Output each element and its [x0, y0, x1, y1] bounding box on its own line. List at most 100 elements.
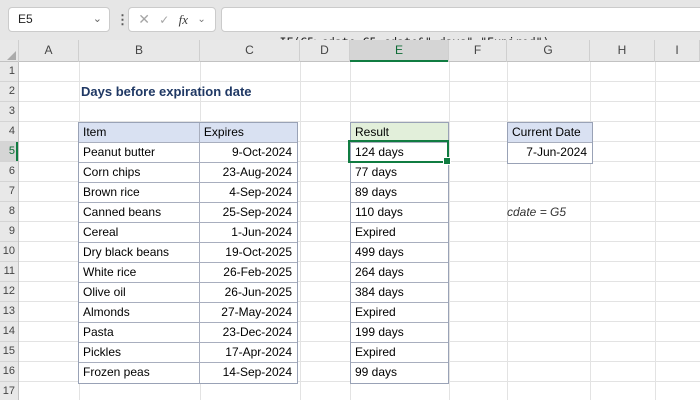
name-box[interactable]: E5 ⌄	[8, 7, 110, 32]
result-header-cell[interactable]: Result	[351, 123, 448, 142]
row-header-9[interactable]: 9	[0, 222, 18, 242]
row-header-7[interactable]: 7	[0, 182, 18, 202]
table-row: 384 days	[351, 283, 448, 303]
column-header-H[interactable]: H	[590, 40, 655, 62]
result-cell[interactable]: 384 days	[351, 283, 448, 302]
sheet-title: Days before expiration date	[81, 84, 252, 99]
sheet-grid[interactable]: Days before expiration date Item Expires…	[19, 62, 700, 400]
column-header-row: A B C D E F G H I	[0, 40, 700, 62]
row-header-12[interactable]: 12	[0, 282, 18, 302]
item-cell[interactable]: Pickles	[79, 343, 200, 362]
result-cell[interactable]: 264 days	[351, 263, 448, 282]
item-cell[interactable]: Corn chips	[79, 163, 200, 182]
column-header-E[interactable]: E	[350, 40, 449, 62]
excel-window: E5 ⌄ ⋮ ✕ ✓ fx ⌄ =IF(C5>cdate,C5-cdate&" …	[0, 0, 700, 400]
result-table: Result 124 days 77 days 89 days 110 days…	[350, 122, 449, 384]
expires-cell[interactable]: 27-May-2024	[200, 303, 297, 322]
result-cell[interactable]: Expired	[351, 343, 448, 362]
expires-cell[interactable]: 1-Jun-2024	[200, 223, 297, 242]
table-row: Pickles 17-Apr-2024	[79, 343, 297, 363]
table-row: Olive oil 26-Jun-2025	[79, 283, 297, 303]
result-cell[interactable]: 77 days	[351, 163, 448, 182]
expires-cell[interactable]: 9-Oct-2024	[200, 143, 297, 162]
table-row: White rice 26-Feb-2025	[79, 263, 297, 283]
column-header-A[interactable]: A	[19, 40, 79, 62]
formula-input[interactable]: =IF(C5>cdate,C5-cdate&" days","Expired")	[221, 7, 700, 49]
column-header-F[interactable]: F	[449, 40, 507, 62]
row-header-column: 1 2 3 4 5 6 7 8 9 10 11 12 13 14 15 16 1…	[0, 62, 19, 400]
item-cell[interactable]: Canned beans	[79, 203, 200, 222]
select-all-triangle-icon	[7, 51, 16, 60]
insert-function-icon[interactable]: fx	[179, 12, 188, 28]
item-table-header-row: Item Expires	[79, 123, 297, 143]
chevron-down-icon[interactable]: ⌄	[197, 14, 205, 25]
row-header-1[interactable]: 1	[0, 62, 18, 82]
row-header-6[interactable]: 6	[0, 162, 18, 182]
expires-header-cell[interactable]: Expires	[200, 123, 297, 142]
enter-icon[interactable]: ✓	[159, 13, 169, 27]
column-header-B[interactable]: B	[79, 40, 200, 62]
expires-cell[interactable]: 23-Dec-2024	[200, 323, 297, 342]
table-row: Almonds 27-May-2024	[79, 303, 297, 323]
item-cell[interactable]: Dry black beans	[79, 243, 200, 262]
result-cell[interactable]: 110 days	[351, 203, 448, 222]
row-header-15[interactable]: 15	[0, 342, 18, 362]
column-header-I[interactable]: I	[655, 40, 700, 62]
table-row: 89 days	[351, 183, 448, 203]
table-row: Pasta 23-Dec-2024	[79, 323, 297, 343]
table-row: Frozen peas 14-Sep-2024	[79, 363, 297, 383]
column-header-D[interactable]: D	[300, 40, 350, 62]
result-cell[interactable]: 89 days	[351, 183, 448, 202]
column-header-G[interactable]: G	[507, 40, 590, 62]
row-header-14[interactable]: 14	[0, 322, 18, 342]
expires-cell[interactable]: 19-Oct-2025	[200, 243, 297, 262]
expires-cell[interactable]: 14-Sep-2024	[200, 363, 297, 383]
item-header-cell[interactable]: Item	[79, 123, 200, 142]
chevron-down-icon[interactable]: ⌄	[93, 8, 102, 31]
row-header-5[interactable]: 5	[0, 142, 18, 162]
result-cell[interactable]: 199 days	[351, 323, 448, 342]
row-header-16[interactable]: 16	[0, 362, 18, 382]
item-cell[interactable]: Brown rice	[79, 183, 200, 202]
formula-buttons: ✕ ✓ fx ⌄	[128, 7, 216, 32]
row-header-3[interactable]: 3	[0, 102, 18, 122]
item-cell[interactable]: Pasta	[79, 323, 200, 342]
table-row: Canned beans 25-Sep-2024	[79, 203, 297, 223]
row-header-13[interactable]: 13	[0, 302, 18, 322]
row-header-10[interactable]: 10	[0, 242, 18, 262]
table-row: 199 days	[351, 323, 448, 343]
table-row: Expired	[351, 223, 448, 243]
formula-bar: E5 ⌄ ⋮ ✕ ✓ fx ⌄ =IF(C5>cdate,C5-cdate&" …	[0, 0, 700, 49]
name-box-value: E5	[18, 12, 33, 26]
item-cell[interactable]: Cereal	[79, 223, 200, 242]
expires-cell[interactable]: 23-Aug-2024	[200, 163, 297, 182]
result-header-row: Result	[351, 123, 448, 143]
item-cell[interactable]: Almonds	[79, 303, 200, 322]
item-cell[interactable]: Olive oil	[79, 283, 200, 302]
expires-cell[interactable]: 26-Jun-2025	[200, 283, 297, 302]
result-cell[interactable]: 99 days	[351, 363, 448, 383]
item-cell[interactable]: Peanut butter	[79, 143, 200, 162]
expires-cell[interactable]: 17-Apr-2024	[200, 343, 297, 362]
expires-cell[interactable]: 25-Sep-2024	[200, 203, 297, 222]
result-cell[interactable]: Expired	[351, 223, 448, 242]
row-header-11[interactable]: 11	[0, 262, 18, 282]
select-all-corner[interactable]	[0, 40, 19, 62]
item-cell[interactable]: Frozen peas	[79, 363, 200, 383]
current-date-cell[interactable]: 7-Jun-2024	[508, 143, 592, 163]
row-header-8[interactable]: 8	[0, 202, 18, 222]
result-cell[interactable]: 124 days	[351, 143, 448, 162]
expires-cell[interactable]: 4-Sep-2024	[200, 183, 297, 202]
current-date-header-cell[interactable]: Current Date	[508, 123, 592, 142]
item-cell[interactable]: White rice	[79, 263, 200, 282]
row-header-2[interactable]: 2	[0, 82, 18, 102]
table-row: Expired	[351, 343, 448, 363]
result-cell[interactable]: 499 days	[351, 243, 448, 262]
row-header-4[interactable]: 4	[0, 122, 18, 142]
column-header-C[interactable]: C	[200, 40, 300, 62]
cancel-icon[interactable]: ✕	[138, 11, 150, 28]
result-cell[interactable]: Expired	[351, 303, 448, 322]
row-header-17[interactable]: 17	[0, 382, 18, 400]
table-row: 499 days	[351, 243, 448, 263]
expires-cell[interactable]: 26-Feb-2025	[200, 263, 297, 282]
